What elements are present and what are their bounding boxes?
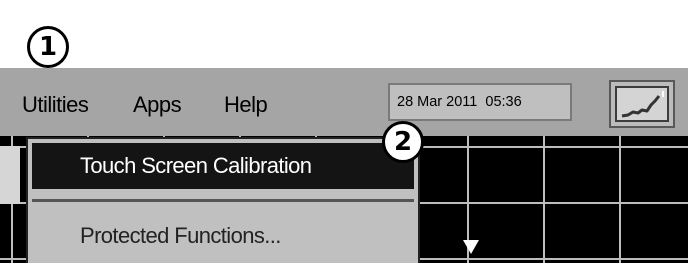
display-left-strip bbox=[0, 146, 20, 204]
menu-bar: Utilities Apps Help bbox=[0, 68, 688, 136]
callout-2: 2 bbox=[382, 121, 424, 163]
utilities-dropdown: Touch Screen Calibration Protected Funct… bbox=[26, 137, 420, 263]
graph-button[interactable] bbox=[609, 80, 675, 128]
menu-utilities[interactable]: Utilities bbox=[22, 92, 89, 118]
callout-1-label: 1 bbox=[38, 32, 58, 62]
datetime-display: 28 Mar 2011 05:36 bbox=[388, 83, 572, 121]
menu-apps[interactable]: Apps bbox=[133, 92, 182, 118]
menu-separator bbox=[32, 199, 414, 202]
marker-icon bbox=[463, 240, 479, 254]
callout-1: 1 bbox=[27, 26, 69, 68]
menu-help[interactable]: Help bbox=[224, 92, 268, 118]
trend-graph-icon bbox=[615, 86, 669, 122]
menu-item-protected-functions[interactable]: Protected Functions... bbox=[80, 223, 281, 249]
menu-item-touch-screen-calibration[interactable]: Touch Screen Calibration bbox=[32, 143, 414, 189]
callout-2-label: 2 bbox=[393, 127, 413, 157]
